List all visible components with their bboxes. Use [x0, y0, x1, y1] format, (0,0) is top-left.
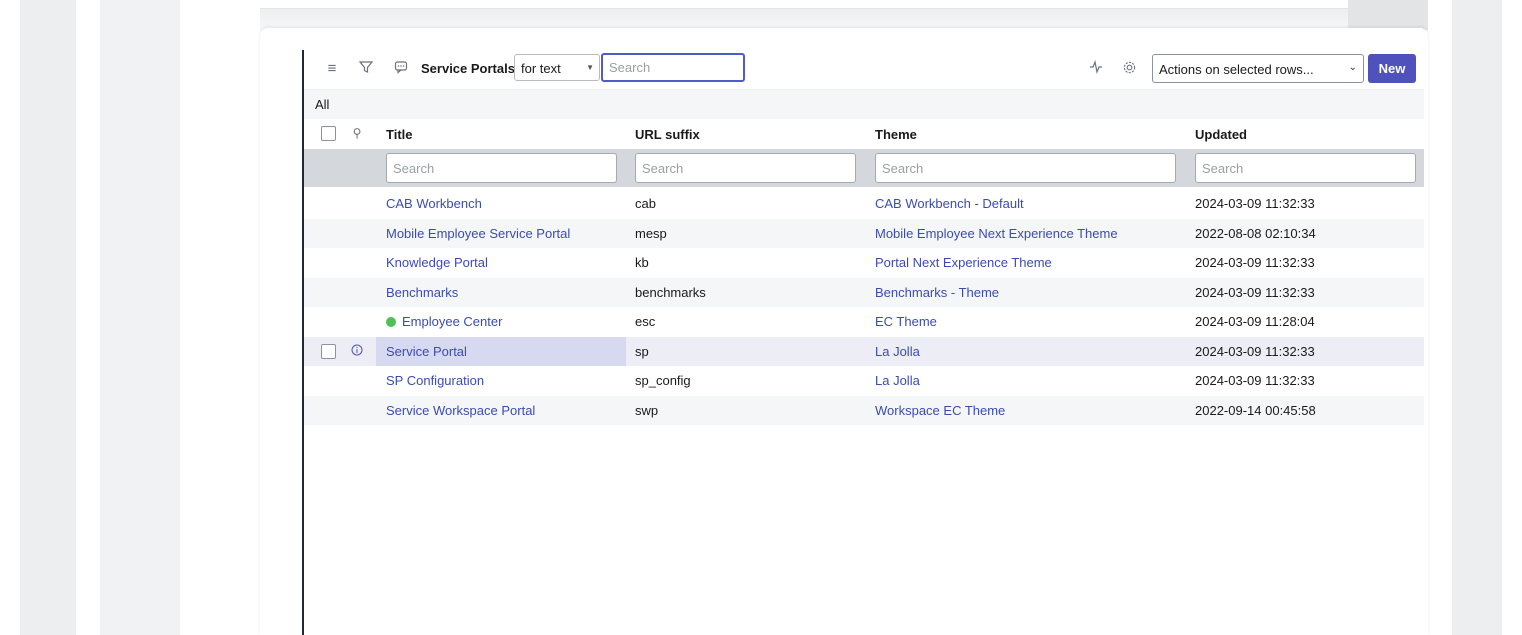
title-text: Employee Center	[402, 314, 503, 329]
title-link[interactable]: Mobile Employee Service Portal	[386, 226, 570, 241]
table-row: Employee Center esc EC Theme 2024-03-09 …	[304, 307, 1424, 337]
background-margin	[0, 0, 20, 635]
table-row: Service Workspace Portal swp Workspace E…	[304, 395, 1424, 425]
url-suffix-cell: swp	[635, 402, 659, 418]
theme-link[interactable]: Workspace EC Theme	[875, 403, 1005, 418]
theme-link[interactable]: Mobile Employee Next Experience Theme	[875, 226, 1118, 241]
comment-icon[interactable]	[392, 60, 410, 78]
search-field-value: for text	[521, 61, 561, 76]
column-header-updated[interactable]: Updated	[1195, 127, 1247, 142]
updated-cell: 2024-03-09 11:32:33	[1195, 196, 1315, 211]
column-header-url-suffix[interactable]: URL suffix	[635, 127, 700, 142]
updated-search-input[interactable]	[1195, 153, 1416, 183]
theme-link[interactable]: EC Theme	[875, 314, 937, 329]
updated-cell: 2022-08-08 02:10:34	[1195, 225, 1316, 241]
list-toolbar: ≡ Service Portals for text ▼ Actions on …	[304, 50, 1424, 89]
actions-select-value: Actions on selected rows...	[1159, 62, 1314, 77]
breadcrumb-all[interactable]: All	[315, 97, 329, 112]
row-checkbox[interactable]	[321, 343, 336, 359]
theme-link[interactable]: Portal Next Experience Theme	[875, 255, 1052, 270]
url-suffix-cell: kb	[635, 255, 649, 270]
breadcrumb[interactable]: All	[304, 89, 1424, 120]
title-link[interactable]: Service Portal	[386, 344, 467, 359]
column-header-title[interactable]: Title	[386, 127, 413, 142]
table-row: Benchmarks benchmarks Benchmarks - Theme…	[304, 277, 1424, 307]
list-title: Service Portals	[421, 61, 515, 76]
new-button[interactable]: New	[1368, 54, 1416, 83]
url-suffix-cell: sp_config	[635, 373, 691, 388]
table-header: ⚲ Title URL suffix Theme Updated	[304, 119, 1424, 149]
search-icon[interactable]: ⚲	[350, 126, 364, 140]
background-frame	[100, 0, 180, 635]
updated-cell: 2024-03-09 11:32:33	[1195, 343, 1315, 359]
table-body: CAB Workbench cab CAB Workbench - Defaul…	[304, 189, 1424, 425]
url-suffix-cell: cab	[635, 196, 656, 211]
title-link[interactable]: Benchmarks	[386, 285, 458, 300]
corner-shade	[1348, 0, 1428, 30]
title-link[interactable]: CAB Workbench	[386, 196, 482, 211]
background-frame	[1452, 0, 1502, 635]
url-suffix-cell: benchmarks	[635, 284, 706, 300]
theme-link[interactable]: La Jolla	[875, 373, 920, 388]
updated-cell: 2024-03-09 11:32:33	[1195, 373, 1315, 388]
menu-icon[interactable]: ≡	[323, 60, 341, 78]
theme-link[interactable]: CAB Workbench - Default	[875, 196, 1024, 211]
url-suffix-cell: esc	[635, 314, 656, 329]
table-row: Mobile Employee Service Portal mesp Mobi…	[304, 218, 1424, 248]
activity-icon[interactable]	[1087, 59, 1105, 78]
select-all-checkbox[interactable]	[321, 126, 336, 141]
search-input[interactable]	[601, 53, 745, 82]
status-dot-icon	[386, 317, 396, 327]
table-row-selected: Service Portal sp La Jolla 2024-03-09 11…	[304, 336, 1424, 366]
gear-icon[interactable]	[1120, 60, 1138, 78]
filter-icon[interactable]	[357, 60, 375, 78]
search-field-select[interactable]: for text ▼	[514, 54, 600, 81]
background-margin	[76, 0, 100, 635]
title-search-input[interactable]	[386, 153, 617, 183]
column-search-row	[304, 149, 1424, 187]
updated-cell: 2024-03-09 11:32:33	[1195, 284, 1315, 300]
title-link[interactable]: Knowledge Portal	[386, 255, 488, 270]
title-link[interactable]: SP Configuration	[386, 373, 484, 388]
url-suffix-cell: sp	[635, 343, 649, 359]
title-link[interactable]: Service Workspace Portal	[386, 403, 535, 418]
theme-link[interactable]: La Jolla	[875, 344, 920, 359]
background-margin	[1502, 0, 1522, 635]
url-suffix-search-input[interactable]	[635, 153, 856, 183]
table-row: Knowledge Portal kb Portal Next Experien…	[304, 248, 1424, 278]
updated-cell: 2022-09-14 00:45:58	[1195, 402, 1316, 418]
table-row: SP Configuration sp_config La Jolla 2024…	[304, 366, 1424, 396]
background-frame	[20, 0, 76, 635]
chevron-down-icon: ⌄	[1348, 62, 1357, 73]
column-header-theme[interactable]: Theme	[875, 127, 917, 142]
updated-cell: 2024-03-09 11:32:33	[1195, 255, 1315, 270]
background-margin	[1428, 0, 1452, 635]
service-portals-list: ≡ Service Portals for text ▼ Actions on …	[302, 50, 1424, 635]
table-row: CAB Workbench cab CAB Workbench - Defaul…	[304, 189, 1424, 219]
updated-cell: 2024-03-09 11:28:04	[1195, 314, 1315, 329]
title-link[interactable]: Employee Center	[386, 314, 502, 329]
theme-search-input[interactable]	[875, 153, 1176, 183]
theme-link[interactable]: Benchmarks - Theme	[875, 285, 999, 300]
info-icon[interactable]	[350, 344, 364, 358]
chevron-down-icon: ▼	[586, 63, 594, 72]
url-suffix-cell: mesp	[635, 225, 667, 241]
actions-select[interactable]: Actions on selected rows... ⌄	[1152, 54, 1364, 83]
